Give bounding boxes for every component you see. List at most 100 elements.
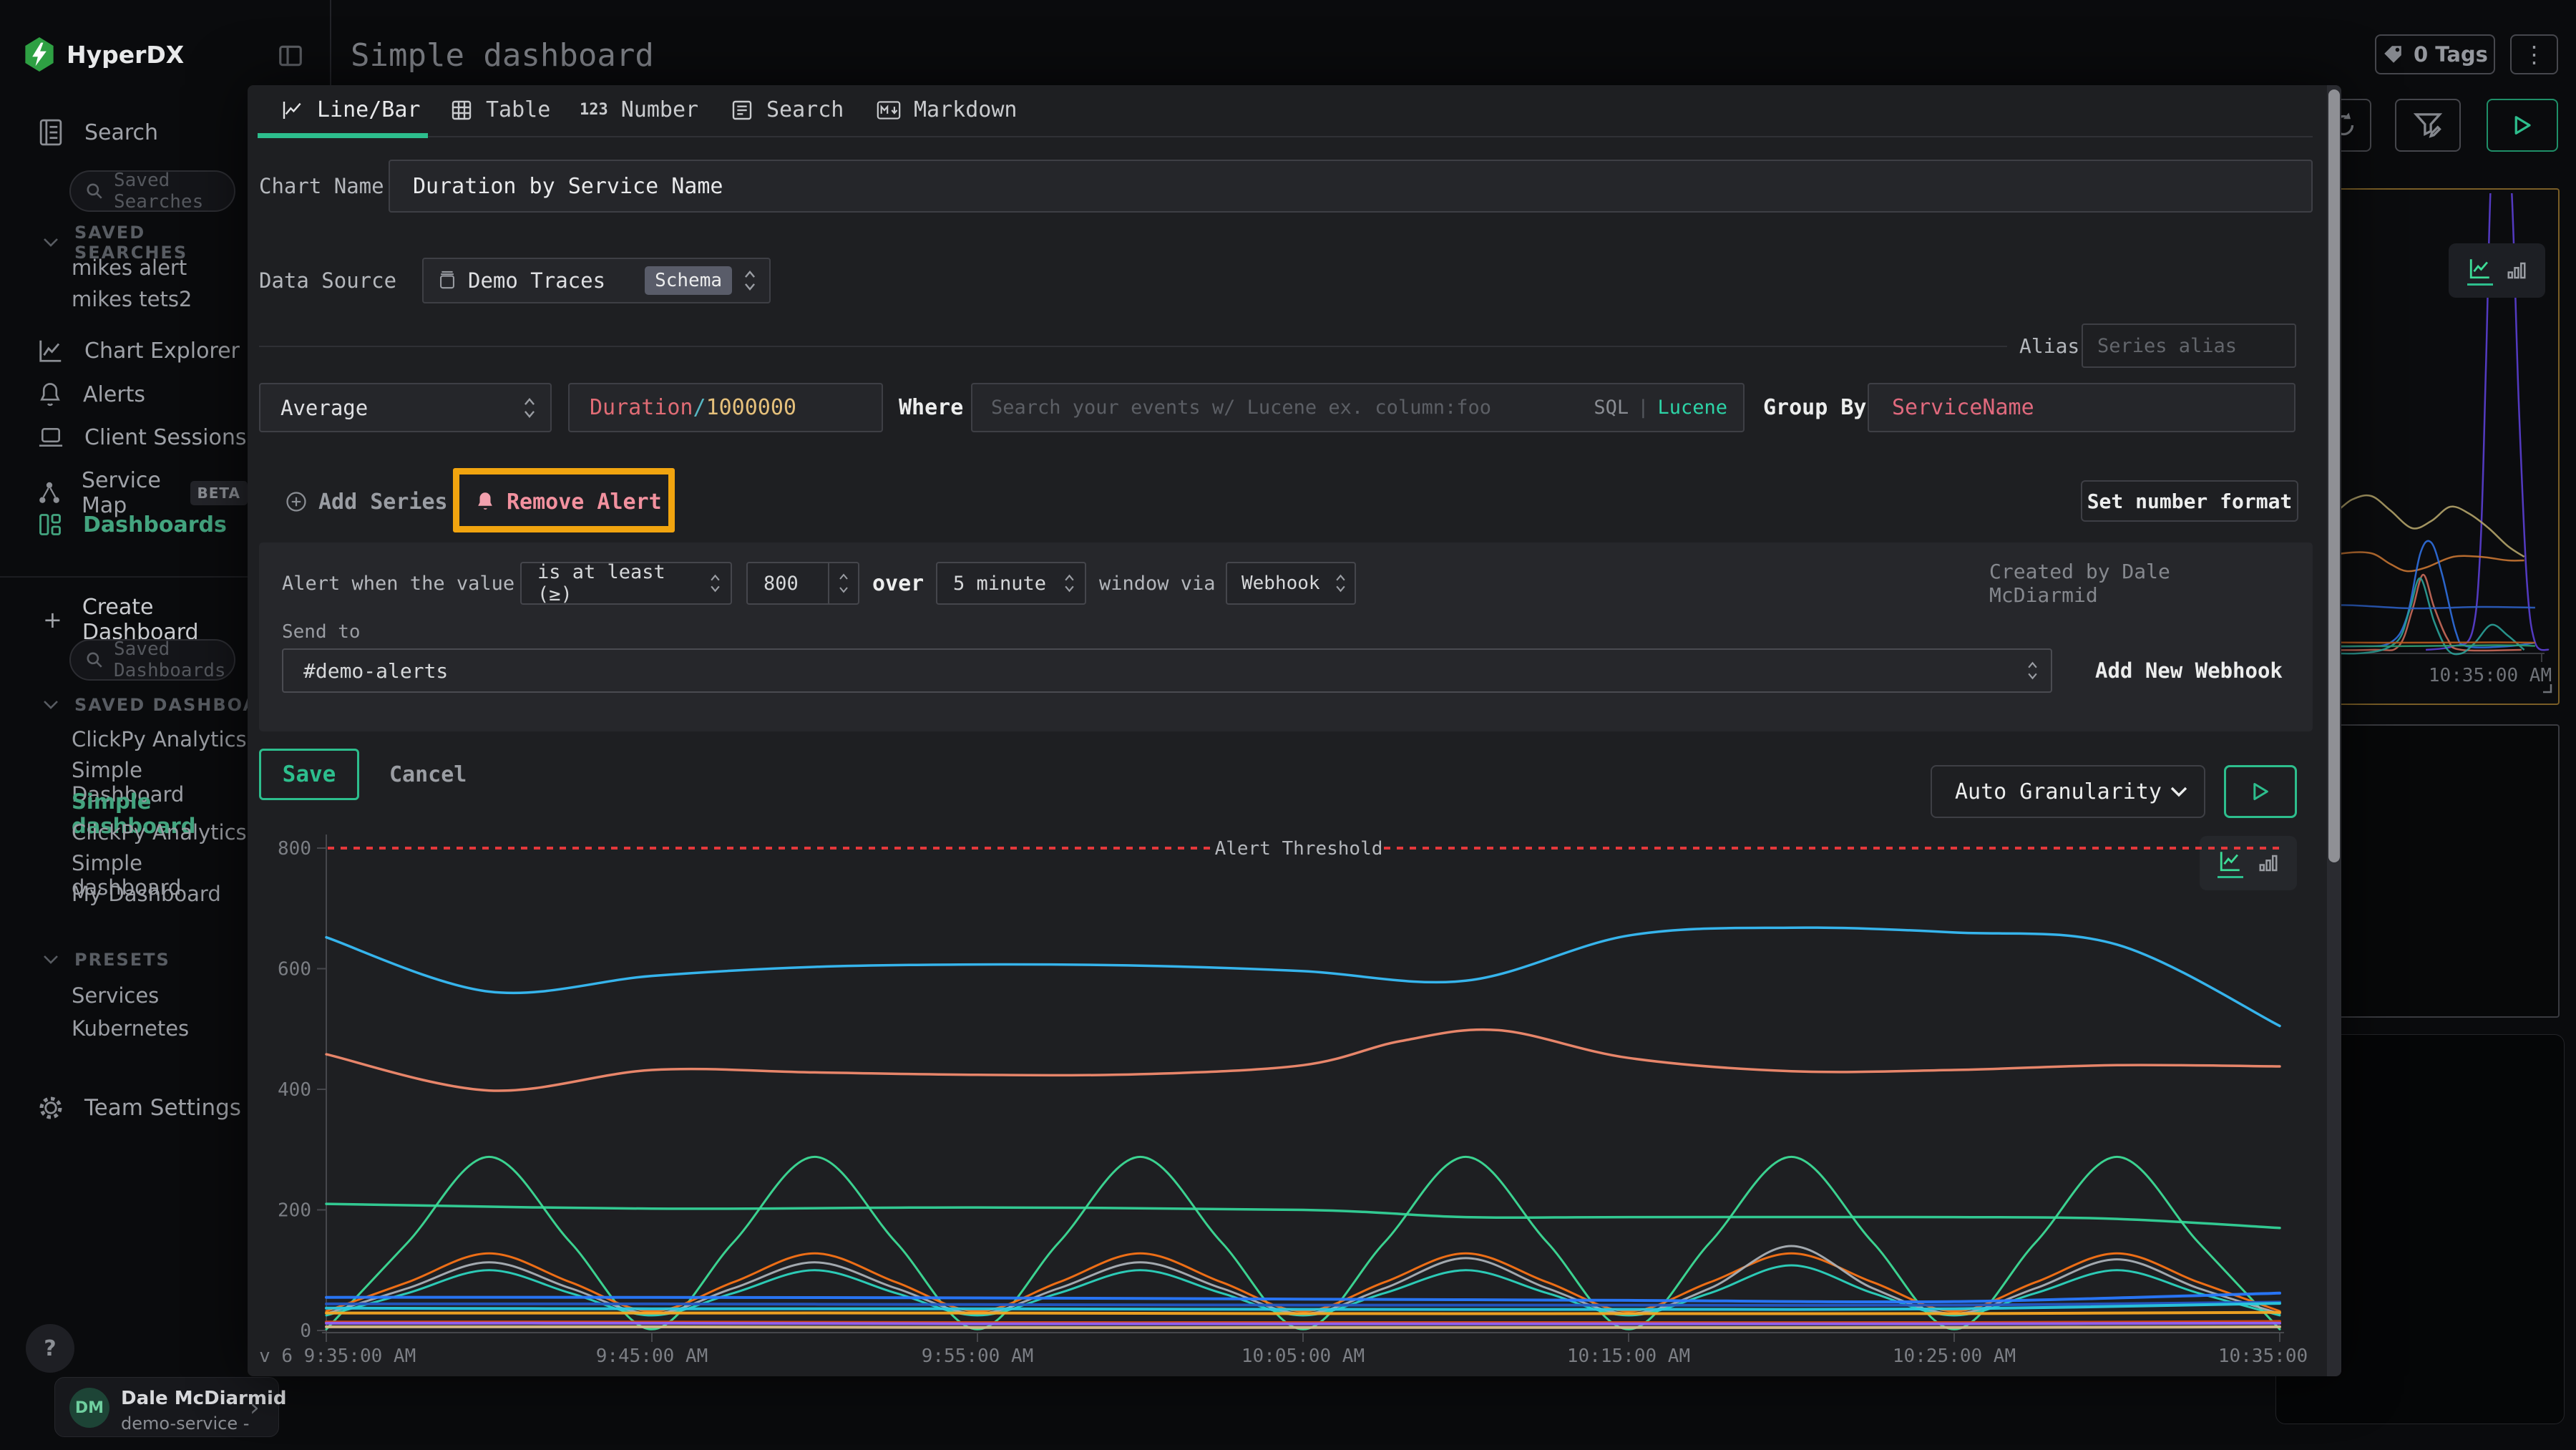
tab-search[interactable]: Search — [731, 97, 844, 122]
background-chart-toggle[interactable] — [2449, 243, 2545, 298]
alert-window-select[interactable]: 5 minute — [936, 562, 1086, 605]
data-source-select[interactable]: Demo Traces Schema — [422, 258, 771, 303]
field-name: Duration — [590, 395, 693, 420]
tags-button-label: 0 Tags — [2414, 42, 2488, 67]
search-icon — [85, 651, 104, 669]
svg-text:400: 400 — [278, 1079, 311, 1101]
run-query-background-button[interactable] — [2487, 99, 2558, 152]
saved-dashboards-input[interactable]: Saved Dashboards — [69, 639, 235, 681]
set-number-format-button[interactable]: Set number format — [2081, 480, 2298, 522]
send-to-label: Send to — [282, 621, 361, 643]
sidebar-header-divider — [330, 0, 331, 85]
lucene-toggle[interactable]: Lucene — [1657, 396, 1727, 419]
chevron-down-icon — [43, 238, 59, 248]
chart-name-value: Duration by Service Name — [413, 174, 723, 199]
sidebar-item-team-settings[interactable]: Team Settings — [37, 1094, 241, 1121]
svg-text:0: 0 — [300, 1320, 311, 1342]
where-search-input[interactable]: Search your events w/ Lucene ex. column:… — [971, 383, 1745, 432]
help-button[interactable]: ? — [26, 1324, 74, 1373]
saved-dashboards-placeholder: Saved Dashboards — [114, 638, 234, 681]
saved-dashboard-item[interactable]: ClickPy Analytics — [72, 820, 247, 845]
alert-threshold-input[interactable]: 800 — [746, 562, 859, 605]
tab-table[interactable]: Table — [450, 97, 550, 122]
panel-collapse-icon — [277, 42, 304, 69]
sidebar-item-dashboards[interactable]: Dashboards — [37, 512, 227, 537]
chart-name-label: Chart Name — [259, 160, 384, 213]
circle-plus-icon — [286, 491, 307, 512]
cancel-button[interactable]: Cancel — [385, 749, 471, 800]
add-new-webhook-button[interactable]: Add New Webhook — [2095, 648, 2283, 693]
series-divider — [259, 346, 2007, 347]
bar-chart-icon[interactable] — [2506, 258, 2527, 283]
preset-item[interactable]: Services — [72, 983, 159, 1008]
group-by-input[interactable]: ServiceName — [1868, 383, 2296, 432]
user-subtitle: demo-service - — [121, 1413, 249, 1434]
tags-button[interactable]: 0 Tags — [2375, 34, 2495, 74]
add-series-button[interactable]: Add Series — [286, 481, 448, 522]
svg-text:10:15:00 AM: 10:15:00 AM — [1567, 1346, 1690, 1367]
chart-name-input[interactable]: Duration by Service Name — [389, 160, 2313, 213]
logo-text: HyperDX — [67, 41, 184, 69]
alert-condition-select[interactable]: is at least (≥) — [520, 562, 732, 605]
save-button[interactable]: Save — [259, 749, 359, 800]
schema-badge[interactable]: Schema — [645, 266, 732, 295]
field-operator: / — [693, 395, 706, 420]
svg-text:10:05:00 AM: 10:05:00 AM — [1241, 1346, 1365, 1367]
sidebar-item-alerts[interactable]: Alerts — [37, 381, 145, 408]
field-expression-input[interactable]: Duration/1000000 — [568, 383, 883, 432]
app-screen: HyperDX Simple dashboard 0 Tags ⋮ — [0, 0, 2576, 1450]
sidebar-collapse-button[interactable] — [275, 40, 306, 72]
sql-toggle[interactable]: SQL — [1594, 396, 1629, 419]
panel-resize-handle[interactable] — [2536, 677, 2553, 694]
sidebar-item-search[interactable]: Search — [37, 118, 158, 147]
bell-icon — [37, 381, 63, 408]
sidebar-item-client-sessions[interactable]: Client Sessions — [37, 424, 246, 450]
saved-search-item[interactable]: mikes tets2 — [72, 287, 192, 311]
hyperdx-logo-icon — [24, 37, 55, 72]
svg-text:Nov 6 9:35:00 AM: Nov 6 9:35:00 AM — [259, 1346, 416, 1367]
alert-channel-type-select[interactable]: Webhook — [1226, 562, 1356, 605]
preset-item[interactable]: Kubernetes — [72, 1016, 189, 1041]
saved-searches-input[interactable]: Saved Searches — [69, 170, 235, 212]
tab-line-bar[interactable]: Line/Bar — [281, 97, 421, 122]
send-to-select[interactable]: #demo-alerts — [282, 648, 2052, 693]
saved-dashboards-section-header[interactable]: SAVED DASHBOARDS — [43, 695, 248, 715]
user-card[interactable]: DM Dale McDiarmid demo-service - › — [54, 1377, 279, 1437]
sidebar-search-label: Search — [84, 120, 158, 145]
table-icon — [450, 99, 473, 122]
data-source-label: Data Source — [259, 258, 396, 303]
logo[interactable]: HyperDX — [24, 36, 184, 73]
sidebar-item-service-map[interactable]: Service Map BETA — [37, 468, 248, 518]
run-chart-button[interactable] — [2224, 765, 2297, 818]
number-stepper[interactable] — [828, 563, 858, 603]
sidebar-divider — [0, 576, 248, 578]
field-denominator: 1000000 — [706, 395, 796, 420]
search-list-icon — [731, 99, 753, 122]
group-by-label: Group By — [1763, 383, 1867, 432]
help-icon: ? — [44, 1336, 56, 1361]
user-name: Dale McDiarmid — [121, 1388, 287, 1409]
saved-dashboard-item[interactable]: My Dashboard — [72, 882, 221, 906]
tab-markdown[interactable]: Markdown — [877, 97, 1018, 122]
alias-input[interactable]: Series alias — [2082, 323, 2296, 368]
alert-via-label: window via — [1099, 562, 1216, 605]
kebab-menu-button[interactable]: ⋮ — [2510, 34, 2558, 74]
aggregation-select[interactable]: Average — [259, 383, 552, 432]
gear-icon — [37, 1094, 64, 1121]
chevron-down-icon — [43, 700, 59, 710]
svg-text:600: 600 — [278, 959, 311, 981]
presets-section-header[interactable]: PRESETS — [43, 950, 170, 970]
modal-scrollbar-thumb[interactable] — [2328, 89, 2340, 862]
saved-dashboard-item[interactable]: ClickPy Analytics — [72, 727, 247, 751]
filter-button[interactable] — [2395, 99, 2461, 152]
line-chart-icon[interactable] — [2467, 256, 2493, 286]
tab-number[interactable]: 123 Number — [580, 97, 698, 122]
create-dashboard-button[interactable]: + Create Dashboard — [43, 595, 248, 645]
remove-alert-button[interactable]: Remove Alert — [475, 481, 662, 522]
saved-search-item[interactable]: mikes alert — [72, 256, 187, 280]
sidebar-item-chart-explorer[interactable]: Chart Explorer — [37, 337, 240, 364]
granularity-select[interactable]: Auto Granularity — [1931, 765, 2205, 818]
svg-text:200: 200 — [278, 1200, 311, 1222]
group-by-value: ServiceName — [1892, 395, 2034, 420]
sidebar: Search Saved Searches SAVED SEARCHES mik… — [0, 85, 248, 1450]
